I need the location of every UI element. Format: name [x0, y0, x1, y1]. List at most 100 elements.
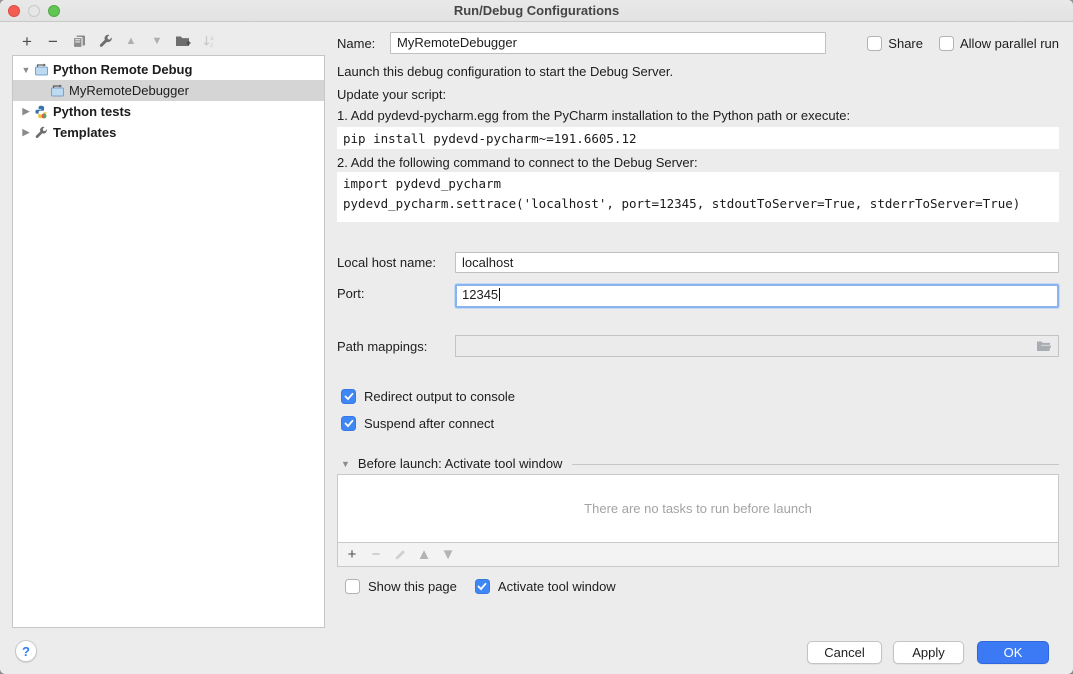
redirect-output-group[interactable]: Redirect output to console — [341, 389, 515, 404]
path-mappings-row: Path mappings: — [337, 335, 1059, 357]
move-task-up-button: ▲ — [412, 545, 436, 565]
share-label: Share — [888, 36, 923, 51]
svg-text:z: z — [210, 42, 213, 49]
allow-parallel-run-checkbox-group[interactable]: Allow parallel run — [939, 36, 1059, 51]
add-configuration-button[interactable]: + — [14, 29, 40, 53]
chevron-down-icon[interactable]: ▼ — [341, 459, 350, 469]
share-checkbox[interactable] — [867, 36, 882, 51]
local-host-input[interactable]: localhost — [455, 252, 1059, 273]
name-row: Name: MyRemoteDebugger Share Allow paral… — [337, 32, 1059, 54]
python-tests-icon — [33, 105, 49, 119]
tree-item-python-tests[interactable]: ▶ Python tests — [13, 101, 324, 122]
move-up-icon: ▲ — [417, 547, 432, 562]
chevron-down-icon[interactable]: ▼ — [19, 65, 33, 75]
pip-command-code[interactable]: pip install pydevd-pycharm~=191.6605.12 — [337, 127, 1059, 149]
tree-item-label: Templates — [53, 125, 116, 140]
tree-item-label: Python tests — [53, 104, 131, 119]
before-launch-label: Before launch: Activate tool window — [358, 456, 563, 471]
path-mappings-label: Path mappings: — [337, 339, 427, 354]
check-icon — [344, 392, 354, 401]
configurations-tree: ▼ Python Remote Debug MyRemoteDebugger — [12, 55, 325, 628]
title-bar: Run/Debug Configurations — [0, 0, 1073, 22]
name-input[interactable]: MyRemoteDebugger — [390, 32, 826, 54]
step2-text: 2. Add the following command to connect … — [337, 155, 698, 170]
allow-parallel-run-checkbox[interactable] — [939, 36, 954, 51]
configurations-toolbar: + − ▲ ▼ a z — [14, 28, 222, 54]
task-list-toolbar: + − ▲ ▼ — [337, 543, 1059, 567]
question-mark-icon: ? — [22, 644, 30, 659]
run-debug-configurations-dialog: Run/Debug Configurations + − ▲ ▼ — [0, 0, 1073, 674]
port-label: Port: — [337, 286, 364, 301]
path-mappings-input[interactable] — [455, 335, 1059, 357]
before-launch-header[interactable]: ▼ Before launch: Activate tool window — [341, 456, 1059, 471]
add-task-button[interactable]: + — [340, 545, 364, 565]
local-host-label: Local host name: — [337, 255, 436, 270]
activate-tool-window-checkbox[interactable] — [475, 579, 490, 594]
redirect-output-checkbox[interactable] — [341, 389, 356, 404]
minus-icon: − — [48, 33, 58, 50]
move-down-icon: ▼ — [441, 547, 456, 562]
port-input[interactable]: 12345 — [455, 284, 1059, 308]
edit-task-button — [388, 545, 412, 565]
copy-configuration-button[interactable] — [66, 29, 92, 53]
help-button[interactable]: ? — [15, 640, 37, 662]
copy-icon — [72, 34, 87, 49]
wrench-icon — [33, 126, 49, 140]
suspend-after-connect-group[interactable]: Suspend after connect — [341, 416, 494, 431]
update-script-text: Update your script: — [337, 87, 446, 102]
step1-text: 1. Add pydevd-pycharm.egg from the PyCha… — [337, 108, 850, 123]
local-host-row: Local host name: localhost — [337, 251, 1059, 273]
apply-button[interactable]: Apply — [893, 641, 964, 664]
minus-icon: − — [372, 547, 381, 562]
move-task-down-button: ▼ — [436, 545, 460, 565]
sort-configurations-button: a z — [196, 29, 222, 53]
redirect-output-label: Redirect output to console — [364, 389, 515, 404]
section-divider — [572, 464, 1059, 465]
remove-configuration-button[interactable]: − — [40, 29, 66, 53]
plus-icon: + — [348, 547, 357, 562]
before-launch-task-list[interactable]: There are no tasks to run before launch — [337, 474, 1059, 543]
tree-item-templates[interactable]: ▶ Templates — [13, 122, 324, 143]
page-options-row: Show this page Activate tool window — [345, 579, 616, 594]
port-row: Port: 12345 — [337, 283, 1059, 308]
move-up-icon: ▲ — [126, 36, 137, 47]
new-folder-icon — [175, 34, 191, 48]
run-config-icon — [49, 84, 65, 98]
empty-tasks-text: There are no tasks to run before launch — [584, 501, 812, 516]
check-icon — [477, 582, 487, 591]
remove-task-button: − — [364, 545, 388, 565]
tree-item-myremotedebugger[interactable]: MyRemoteDebugger — [13, 80, 324, 101]
chevron-right-icon[interactable]: ▶ — [19, 106, 33, 117]
run-config-icon — [33, 63, 49, 77]
chevron-right-icon[interactable]: ▶ — [19, 127, 33, 138]
tree-item-label: MyRemoteDebugger — [69, 83, 189, 98]
settrace-code[interactable]: import pydevd_pycharm pydevd_pycharm.set… — [337, 172, 1059, 222]
edit-templates-button[interactable] — [92, 29, 118, 53]
move-up-button: ▲ — [118, 29, 144, 53]
activate-tool-window-label: Activate tool window — [498, 579, 616, 594]
suspend-after-connect-checkbox[interactable] — [341, 416, 356, 431]
tree-item-label: Python Remote Debug — [53, 62, 192, 77]
move-down-icon: ▼ — [152, 36, 163, 47]
pencil-icon — [394, 548, 407, 561]
wrench-icon — [98, 34, 113, 49]
open-folder-icon[interactable] — [1036, 340, 1052, 353]
allow-parallel-run-label: Allow parallel run — [960, 36, 1059, 51]
sort-alphabetically-icon: a z — [202, 34, 216, 49]
share-checkbox-group[interactable]: Share — [867, 36, 923, 51]
move-down-button: ▼ — [144, 29, 170, 53]
tree-item-python-remote-debug[interactable]: ▼ Python Remote Debug — [13, 59, 324, 80]
svg-text:a: a — [210, 35, 214, 42]
suspend-after-connect-label: Suspend after connect — [364, 416, 494, 431]
name-label: Name: — [337, 36, 390, 51]
create-folder-button[interactable] — [170, 29, 196, 53]
check-icon — [344, 419, 354, 428]
text-cursor — [499, 288, 500, 301]
plus-icon: + — [22, 33, 32, 50]
cancel-button[interactable]: Cancel — [807, 641, 882, 664]
ok-button[interactable]: OK — [977, 641, 1049, 664]
show-this-page-label: Show this page — [368, 579, 457, 594]
intro-text: Launch this debug configuration to start… — [337, 64, 673, 79]
window-title: Run/Debug Configurations — [0, 3, 1073, 18]
show-this-page-checkbox[interactable] — [345, 579, 360, 594]
